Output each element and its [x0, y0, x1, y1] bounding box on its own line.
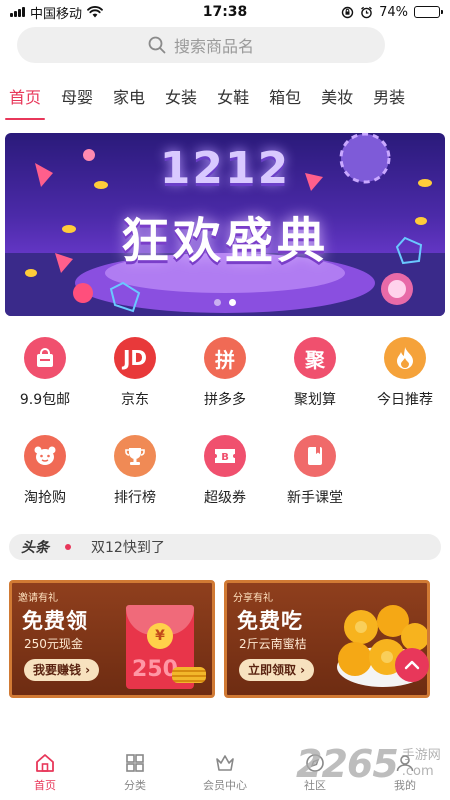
banner-dot[interactable] [214, 299, 221, 306]
watermark-number: 2265 [296, 742, 399, 786]
banner-pagination [214, 299, 236, 306]
promo-subtitle: 2斤云南蜜桔 [239, 637, 307, 651]
shortcut-ranking[interactable]: 排行榜 [90, 435, 180, 507]
shortcut-pinduoduo[interactable]: 拼 拼多多 [180, 337, 270, 409]
status-left: 中国移动 [10, 3, 103, 22]
promo-banner[interactable]: 1212 狂欢盛典 [5, 133, 445, 316]
shortcut-super-coupon[interactable]: B 超级券 [180, 435, 270, 507]
earn-money-button[interactable]: 我要赚钱 › [24, 659, 100, 681]
grid-icon [126, 754, 144, 772]
tab-appliances[interactable]: 家电 [113, 84, 145, 120]
envelope-coin: ¥ [147, 623, 173, 649]
bear-icon [24, 435, 66, 477]
headline-text: 双12快到了 [91, 540, 165, 556]
book-icon [294, 435, 336, 477]
rotation-lock-icon [341, 6, 354, 18]
nav-label: 首页 [34, 779, 56, 792]
shortcut-jd[interactable]: JD 京东 [90, 337, 180, 409]
jd-logo-icon: JD [114, 337, 156, 379]
nav-category[interactable]: 分类 [90, 752, 180, 800]
shortcut-today-recommend[interactable]: 今日推荐 [360, 337, 450, 409]
alarm-icon [361, 6, 373, 18]
search-placeholder: 搜索商品名 [173, 37, 254, 56]
shortcut-label: 超级券 [204, 490, 246, 506]
envelope-amount: 250 [132, 657, 178, 682]
promo-subtitle: 250元现金 [24, 637, 83, 651]
svg-text:B: B [221, 452, 229, 463]
promo-tag: 邀请有礼 [18, 593, 58, 604]
search-bar[interactable]: 搜索商品名 [17, 27, 385, 63]
tab-baby[interactable]: 母婴 [61, 84, 93, 120]
tab-bags[interactable]: 箱包 [269, 84, 301, 120]
shortcut-label: 聚划算 [294, 392, 336, 408]
watermark-text-line-1: 手游网 [401, 748, 441, 764]
promo-card-invite[interactable]: 邀请有礼 免费领 250元现金 我要赚钱 › ¥ 250 [9, 580, 215, 698]
nav-label: 会员中心 [203, 779, 247, 792]
tab-home[interactable]: 首页 [4, 84, 46, 120]
nav-label: 分类 [124, 779, 146, 792]
carrier-label: 中国移动 [30, 6, 83, 22]
headline-dot [65, 544, 71, 550]
coupon-icon: B [204, 435, 246, 477]
headline-tag: 头条 [21, 540, 49, 556]
tab-womens-shoes[interactable]: 女鞋 [217, 84, 249, 120]
shortcut-label: 京东 [121, 392, 149, 408]
shortcut-label: 新手课堂 [287, 490, 343, 506]
juhuasuan-logo-icon: 聚 [294, 337, 336, 379]
home-icon [36, 754, 54, 772]
status-time: 17:38 [202, 4, 248, 20]
status-bar: 中国移动 17:38 74% [0, 0, 450, 24]
search-icon [148, 36, 166, 54]
shortcut-label: 今日推荐 [377, 392, 433, 408]
battery-icon [414, 6, 443, 18]
watermark-text: 手游网 .com [402, 748, 441, 779]
shortcut-label: 淘抢购 [24, 490, 66, 506]
shortcut-grid-row-2: 淘抢购 排行榜 B 超级券 新手课堂 [0, 435, 450, 507]
shortcut-9-9-free-shipping[interactable]: 9.9包邮 [0, 337, 90, 409]
pinduoduo-logo-icon: 拼 [204, 337, 246, 379]
promo-title: 免费吃 [237, 609, 303, 633]
trophy-icon [114, 435, 156, 477]
shortcut-label: 拼多多 [204, 392, 246, 408]
promo-card-share[interactable]: 分享有礼 免费吃 2斤云南蜜桔 立即领取 › [224, 580, 430, 698]
banner-title-festival: 狂欢盛典 [120, 213, 329, 269]
shortcut-label: 9.9包邮 [19, 392, 71, 408]
wifi-icon [87, 6, 103, 18]
status-right: 74% [341, 4, 443, 20]
site-watermark: 2265 手游网 .com [296, 742, 441, 786]
headline-ticker[interactable]: 头条 双12快到了 [9, 534, 441, 560]
claim-now-button[interactable]: 立即领取 › [239, 659, 315, 681]
tab-mens-clothing[interactable]: 男装 [373, 84, 405, 120]
crown-icon [216, 755, 234, 771]
scroll-to-top-button[interactable] [395, 648, 429, 682]
nav-home[interactable]: 首页 [0, 752, 90, 800]
shortcut-label: 排行榜 [114, 490, 156, 506]
shortcut-grid-row-1: 9.9包邮 JD 京东 拼 拼多多 聚 聚划算 今日推荐 [0, 337, 450, 409]
coin-stack-icon [172, 667, 206, 683]
banner-title-1212: 1212 [159, 143, 291, 194]
flame-icon [384, 337, 426, 379]
promo-tag: 分享有礼 [233, 593, 273, 604]
category-tabs: 首页 母婴 家电 女装 女鞋 箱包 美妆 男装 [0, 84, 450, 120]
nav-member-center[interactable]: 会员中心 [180, 752, 270, 800]
shortcut-beginner-class[interactable]: 新手课堂 [270, 435, 360, 507]
battery-percent: 74% [379, 4, 408, 20]
tab-beauty[interactable]: 美妆 [321, 84, 353, 120]
shortcut-flash-sale[interactable]: 淘抢购 [0, 435, 90, 507]
banner-dot-active[interactable] [229, 299, 236, 306]
signal-icon [10, 7, 25, 17]
chevron-up-icon [404, 660, 420, 670]
shopping-bag-icon [24, 337, 66, 379]
watermark-text-line-2: .com [401, 764, 434, 779]
tab-womens-clothing[interactable]: 女装 [165, 84, 197, 120]
shortcut-juhuasuan[interactable]: 聚 聚划算 [270, 337, 360, 409]
promo-title: 免费领 [22, 609, 88, 633]
